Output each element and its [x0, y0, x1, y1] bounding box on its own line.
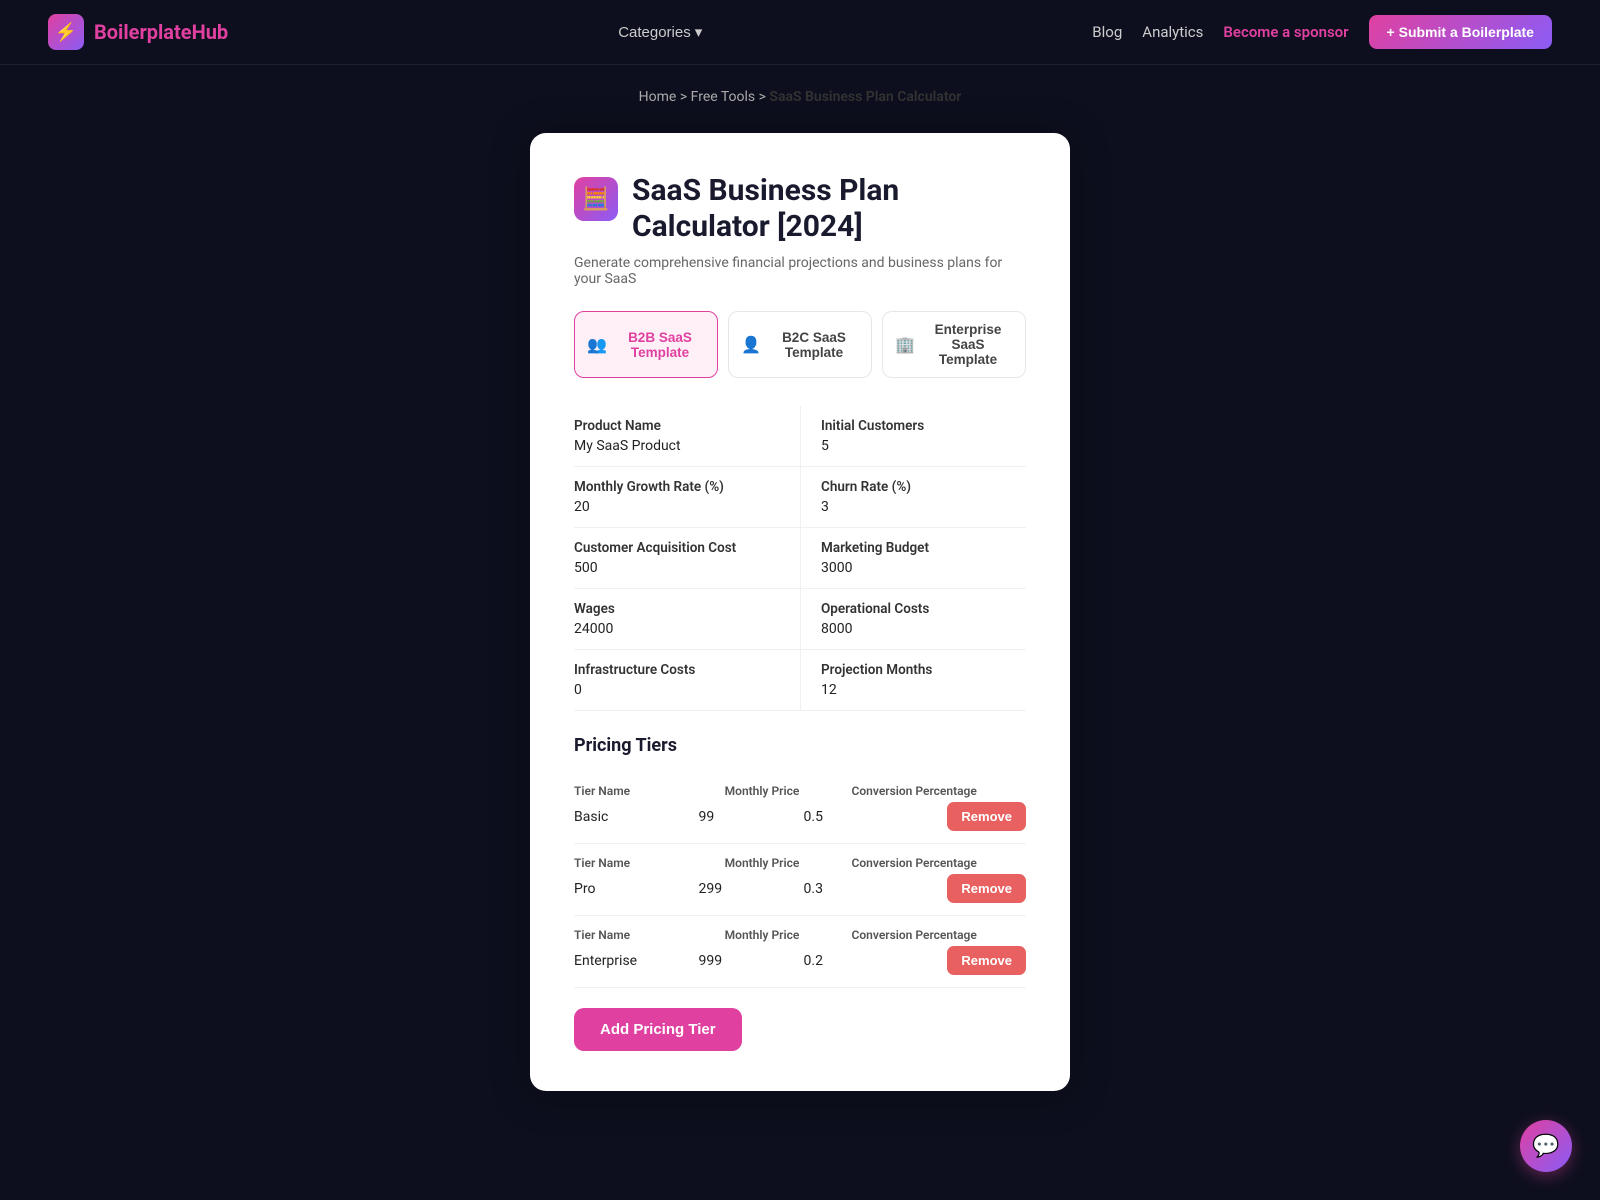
submit-boilerplate-button[interactable]: + Submit a Boilerplate	[1369, 15, 1552, 49]
main-content: 🧮 SaaS Business Plan Calculator [2024] G…	[0, 117, 1600, 1151]
page-subtitle: Generate comprehensive financial project…	[574, 255, 1026, 287]
field-growth-rate: Monthly Growth Rate (%) 20	[574, 467, 800, 528]
sponsor-link[interactable]: Become a sponsor	[1223, 23, 1348, 41]
remove-tier-pro-button[interactable]: Remove	[947, 874, 1026, 903]
b2b-icon: 👥	[587, 335, 607, 355]
tier-1-header: Tier Name Monthly Price Conversion Perce…	[574, 784, 1026, 798]
breadcrumb-home[interactable]: Home	[639, 89, 677, 105]
calculator-card: 🧮 SaaS Business Plan Calculator [2024] G…	[530, 133, 1070, 1091]
field-operational-costs: Operational Costs 8000	[800, 589, 1026, 650]
field-product-name: Product Name My SaaS Product	[574, 406, 800, 467]
logo-link[interactable]: ⚡ BoilerplateHub	[48, 14, 228, 50]
field-initial-customers: Initial Customers 5	[800, 406, 1026, 467]
chat-icon: 💬	[1532, 1134, 1559, 1159]
field-cac: Customer Acquisition Cost 500	[574, 528, 800, 589]
nav-right: Blog Analytics Become a sponsor + Submit…	[1092, 15, 1552, 49]
form-grid: Product Name My SaaS Product Initial Cus…	[574, 406, 1026, 711]
template-tabs: 👥 B2B SaaS Template 👤 B2C SaaS Template …	[574, 311, 1026, 378]
breadcrumb-free-tools[interactable]: Free Tools	[691, 89, 756, 105]
tier-3-header: Tier Name Monthly Price Conversion Perce…	[574, 928, 1026, 942]
field-wages: Wages 24000	[574, 589, 800, 650]
pricing-tiers-title: Pricing Tiers	[574, 735, 1026, 756]
tier-row-basic: Tier Name Monthly Price Conversion Perce…	[574, 772, 1026, 844]
field-infrastructure-costs: Infrastructure Costs 0	[574, 650, 800, 711]
tier-2-header: Tier Name Monthly Price Conversion Perce…	[574, 856, 1026, 870]
chat-bubble[interactable]: 💬	[1520, 1120, 1572, 1172]
remove-tier-enterprise-button[interactable]: Remove	[947, 946, 1026, 975]
remove-tier-basic-button[interactable]: Remove	[947, 802, 1026, 831]
b2c-icon: 👤	[741, 335, 761, 355]
add-pricing-tier-button[interactable]: Add Pricing Tier	[574, 1008, 742, 1051]
field-marketing-budget: Marketing Budget 3000	[800, 528, 1026, 589]
field-projection-months: Projection Months 12	[800, 650, 1026, 711]
tier-row-pro: Tier Name Monthly Price Conversion Perce…	[574, 844, 1026, 916]
breadcrumb-sep1: >	[680, 89, 691, 105]
card-header: 🧮 SaaS Business Plan Calculator [2024]	[574, 173, 1026, 245]
tier-3-values: Enterprise 999 0.2 Remove	[574, 946, 1026, 975]
nav-center: Categories ▾	[606, 17, 714, 47]
calculator-icon: 🧮	[574, 177, 618, 221]
breadcrumb-current: SaaS Business Plan Calculator	[769, 89, 961, 105]
enterprise-icon: 🏢	[895, 335, 915, 355]
tier-row-enterprise: Tier Name Monthly Price Conversion Perce…	[574, 916, 1026, 988]
blog-link[interactable]: Blog	[1092, 23, 1122, 41]
page-title: SaaS Business Plan Calculator [2024]	[632, 173, 1026, 245]
logo-text: BoilerplateHub	[94, 20, 228, 44]
analytics-link[interactable]: Analytics	[1142, 23, 1203, 41]
breadcrumb-sep2: >	[759, 89, 770, 105]
tab-b2b[interactable]: 👥 B2B SaaS Template	[574, 311, 718, 378]
field-churn-rate: Churn Rate (%) 3	[800, 467, 1026, 528]
navbar: ⚡ BoilerplateHub Categories ▾ Blog Analy…	[0, 0, 1600, 65]
chevron-down-icon: ▾	[695, 23, 703, 41]
tier-2-values: Pro 299 0.3 Remove	[574, 874, 1026, 903]
categories-button[interactable]: Categories ▾	[606, 17, 714, 47]
breadcrumb: Home > Free Tools > SaaS Business Plan C…	[0, 65, 1600, 117]
tab-enterprise[interactable]: 🏢 Enterprise SaaS Template	[882, 311, 1026, 378]
tier-1-values: Basic 99 0.5 Remove	[574, 802, 1026, 831]
tab-b2c[interactable]: 👤 B2C SaaS Template	[728, 311, 872, 378]
logo-icon: ⚡	[48, 14, 84, 50]
